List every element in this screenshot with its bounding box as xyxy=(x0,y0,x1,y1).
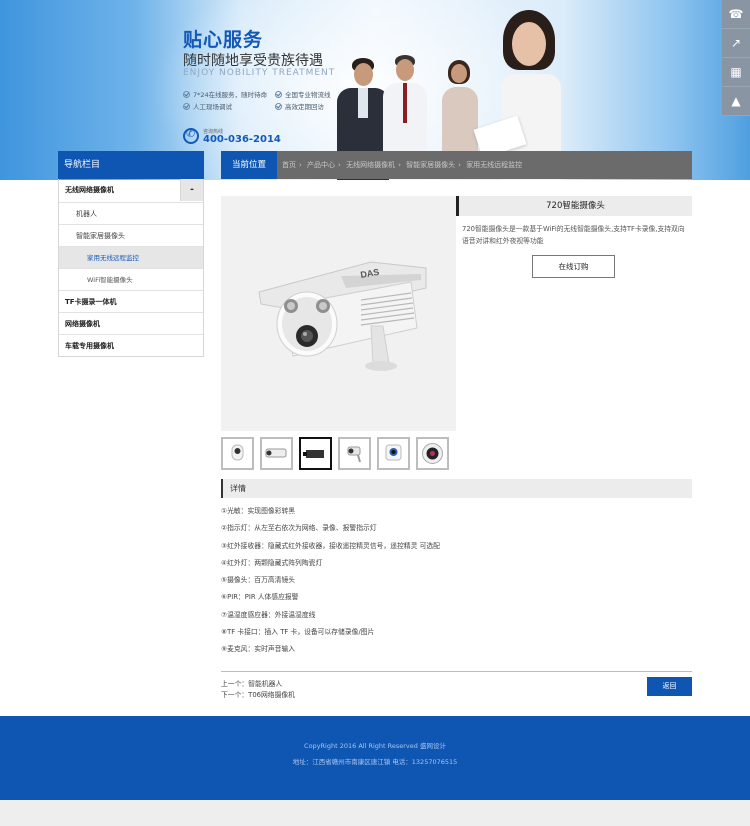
headset-icon[interactable]: ☎ xyxy=(722,0,750,29)
feature-item: 人工现场调试 xyxy=(183,101,232,111)
page-bottom-bar xyxy=(0,800,750,826)
order-online-button[interactable]: 在线订购 xyxy=(532,255,615,278)
breadcrumb-home[interactable]: 首页 xyxy=(282,161,296,169)
breadcrumb-home-remote-monitor[interactable]: 家用无线远程监控 xyxy=(466,161,522,169)
footer-address: 地址：江西省赣州市南康区唐江镇 电话：13257076515 xyxy=(292,758,458,766)
collapse-toggle[interactable]: - xyxy=(180,179,203,201)
footer-copyright: CopyRight 2016 All Right Reserved 盛网设计 xyxy=(304,742,446,750)
detail-line: ③红外接收器：隐藏式红外接收器，接收遥控精灵信号，遥控精灵 可选配 xyxy=(221,541,440,550)
share-icon[interactable]: ↗ xyxy=(722,29,750,58)
detail-line: ⑨麦克风：实时声音输入 xyxy=(221,645,296,654)
sidebar-nav: 无线网络摄像机 - 机器人 智能家居摄像头 家用无线远程监控 WiFi智能摄像头… xyxy=(58,179,204,357)
details-heading: 详情 xyxy=(221,479,692,498)
rocket-icon[interactable]: ▲ xyxy=(722,87,750,116)
sidebar-item-home-remote-monitor[interactable]: 家用无线远程监控 xyxy=(59,246,203,268)
divider xyxy=(221,671,692,672)
detail-line: ⑥PIR：PIR 人体感应报警 xyxy=(221,593,299,602)
feature-item: 全国专业物流线 xyxy=(275,89,331,99)
feature-item: 7*24在线服务，随时待命 xyxy=(183,89,267,99)
detail-line: ④红外灯：两颗隐藏式阵列陶瓷灯 xyxy=(221,558,323,567)
check-icon xyxy=(183,103,190,110)
banner-english: ENJOY NOBILITY TREATMENT xyxy=(183,68,336,78)
floating-toolbar: ☎ ↗ ▦ ▲ xyxy=(722,0,750,116)
detail-line: ②指示灯：从左至右依次为网络、录像、报警指示灯 xyxy=(221,524,377,533)
thumbnail-cube-camera[interactable] xyxy=(377,437,410,470)
breadcrumb: 当前位置 首页 › 产品中心 › 无线网络摄像机 › 智能家居摄像头 › 家用无线远程监… xyxy=(221,151,692,179)
detail-line: ⑦温湿度感应器：外接温湿度线 xyxy=(221,610,316,619)
thumbnail-round-camera[interactable] xyxy=(416,437,449,470)
current-location-label: 当前位置 xyxy=(221,151,277,179)
phone-icon xyxy=(183,127,199,144)
breadcrumb-links: 首页 › 产品中心 › 无线网络摄像机 › 智能家居摄像头 › 家用无线远程监控 xyxy=(282,161,523,169)
sidebar-item-wifi-camera[interactable]: WiFi智能摄像头 xyxy=(59,268,203,290)
check-icon xyxy=(183,91,190,98)
thumbnail-dome-camera[interactable] xyxy=(221,437,254,470)
thumbnail-strip xyxy=(221,437,456,471)
qrcode-icon[interactable]: ▦ xyxy=(722,58,750,87)
product-title: 720智能摄像头 xyxy=(456,196,692,216)
breadcrumb-products[interactable]: 产品中心 xyxy=(307,161,335,169)
sidebar-item-robot[interactable]: 机器人 xyxy=(59,202,203,224)
detail-line: ①光敏：实现图像彩转黑 xyxy=(221,507,296,515)
hotline-number: 400-036-2014 xyxy=(203,134,281,145)
prev-product-link[interactable]: 上一个：智能机器人 xyxy=(221,678,282,688)
check-icon xyxy=(275,91,282,98)
sidebar-item-tf-recorder[interactable]: TF卡摄录一体机 xyxy=(59,290,203,312)
thumbnail-bullet-camera[interactable] xyxy=(260,437,293,470)
sidebar-item-vehicle-camera[interactable]: 车载专用摄像机 xyxy=(59,334,203,356)
breadcrumb-smart-home-camera[interactable]: 智能家居摄像头 xyxy=(406,161,455,169)
detail-line: ⑤摄像头：百万高清镜头 xyxy=(221,576,296,585)
breadcrumb-wireless-camera[interactable]: 无线网络摄像机 xyxy=(346,161,395,169)
details-list: ①光敏：实现图像彩转黑 ②指示灯：从左至右依次为网络、录像、报警指示灯 ③红外接… xyxy=(221,503,692,659)
nav-title: 导航栏目 xyxy=(58,151,204,179)
product-description: 720智能摄像头是一款基于WiFi的无线智能摄像头,支持TF卡录像,支持双向语音… xyxy=(462,225,685,245)
banner-subtitle: 随时随地享受贵族待遇 xyxy=(183,53,323,69)
banner-title: 贴心服务 xyxy=(183,29,264,51)
bullet-camera-image: DAS xyxy=(258,261,427,371)
back-button[interactable]: 返回 xyxy=(647,677,692,696)
sidebar-item-wireless-camera[interactable]: 无线网络摄像机 - xyxy=(59,179,203,202)
feature-item: 高效定期回访 xyxy=(275,101,324,111)
sidebar-item-network-camera[interactable]: 网络摄像机 xyxy=(59,312,203,334)
next-product-link[interactable]: 下一个：T06网络摄像机 xyxy=(221,689,295,699)
thumbnail-box-camera[interactable] xyxy=(299,437,332,470)
thumbnail-mini-camera[interactable] xyxy=(338,437,371,470)
sidebar-item-smart-home-camera[interactable]: 智能家居摄像头 xyxy=(59,224,203,246)
product-image: DAS xyxy=(221,196,456,431)
detail-line: ⑧TF 卡接口：插入 TF 卡，设备可以存储录像/图片 xyxy=(221,628,375,637)
check-icon xyxy=(275,103,282,110)
